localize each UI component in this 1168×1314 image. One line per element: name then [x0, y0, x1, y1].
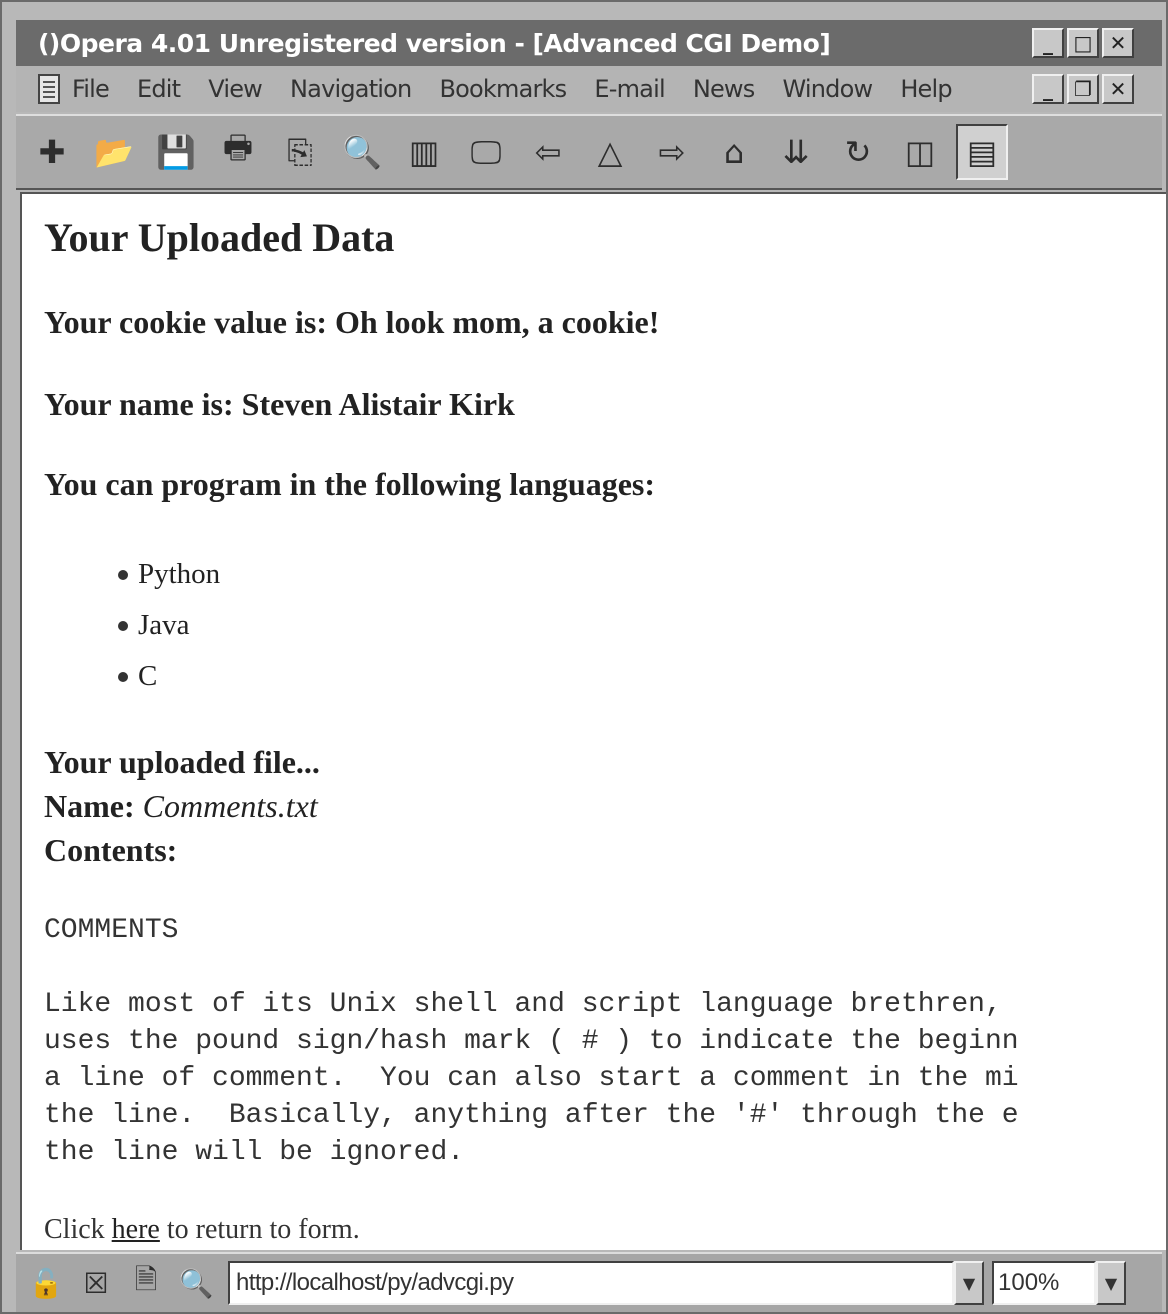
menu-bookmarks[interactable]: Bookmarks	[439, 75, 567, 103]
download-icon[interactable]: ⇊	[770, 124, 822, 180]
menu-file[interactable]: File	[72, 75, 110, 103]
monitor-icon[interactable]: 🖵	[460, 124, 512, 180]
toolbar: ✚ 📂 💾 🖶 ⎘ 🔍 ▥ 🖵 ⇦ △ ⇨ ⌂ ⇊ ↻ ◫ ▤	[16, 114, 1162, 190]
document-window-controls: _ ❐ ✕	[1032, 74, 1134, 104]
menu-bar: File Edit View Navigation Bookmarks E-ma…	[16, 66, 1162, 112]
file-contents: Like most of its Unix shell and script l…	[44, 989, 1019, 1168]
document-view-icon[interactable]: ▤	[956, 124, 1008, 180]
maximize-button[interactable]: □	[1067, 28, 1099, 58]
title-bar: ()Opera 4.01 Unregistered version - [Adv…	[16, 20, 1162, 66]
bullet-icon	[118, 620, 128, 631]
page-heading: Your Uploaded Data	[44, 215, 395, 260]
close-button[interactable]: ✕	[1102, 28, 1134, 58]
hotlist-panel-icon[interactable]: ▥	[398, 124, 450, 180]
refresh-icon[interactable]: ↻	[832, 124, 884, 180]
new-page-icon[interactable]: ✚	[26, 124, 78, 180]
forward-arrow-icon[interactable]: ⇨	[646, 124, 698, 180]
bullet-icon	[118, 671, 128, 682]
file-title: COMMENTS	[44, 915, 179, 946]
contents-label: Contents:	[44, 832, 178, 868]
address-dropdown-icon[interactable]: ▼	[954, 1261, 984, 1305]
status-bar: 🔓 ☒ 🗎 🔍 http://localhost/py/advcgi.py ▼ …	[16, 1252, 1162, 1312]
list-item: Java	[118, 600, 220, 651]
menu-window[interactable]: Window	[782, 75, 873, 103]
menu-edit[interactable]: Edit	[137, 75, 181, 103]
back-arrow-icon[interactable]: ⇦	[522, 124, 574, 180]
uploaded-file-heading: Your uploaded file...	[44, 744, 320, 780]
home-icon[interactable]: ⌂	[708, 124, 760, 180]
browser-window: ()Opera 4.01 Unregistered version - [Adv…	[0, 0, 1168, 1314]
return-link[interactable]: here	[112, 1214, 160, 1245]
cookie-value-line: Your cookie value is: Oh look mom, a coo…	[44, 304, 660, 340]
languages-line: You can program in the following languag…	[44, 466, 656, 502]
close-page-icon[interactable]: ☒	[76, 1263, 116, 1303]
menu-news[interactable]: News	[693, 75, 755, 103]
doc-restore-button[interactable]: ❐	[1067, 74, 1099, 104]
print-icon[interactable]: 🖶	[212, 124, 264, 180]
copy-icon[interactable]: ⎘	[274, 124, 326, 180]
zoom-field[interactable]: 100%	[992, 1261, 1096, 1305]
tile-windows-icon[interactable]: ◫	[894, 124, 946, 180]
file-name: Comments.txt	[142, 788, 318, 824]
menu-navigation[interactable]: Navigation	[290, 75, 412, 103]
reload-triangle-icon[interactable]: △	[584, 124, 636, 180]
doc-close-button[interactable]: ✕	[1102, 74, 1134, 104]
find-icon[interactable]: 🔍	[336, 124, 388, 180]
document-menu-icon[interactable]	[38, 74, 60, 104]
return-line: Click here to return to form.	[44, 1214, 360, 1245]
page-content: Your Uploaded Data Your cookie value is:…	[20, 192, 1166, 1250]
name-line: Your name is: Steven Alistair Kirk	[44, 386, 515, 422]
bullet-icon	[118, 569, 128, 580]
uploaded-file-info: Your uploaded file... Name: Comments.txt…	[44, 744, 320, 876]
zoom-dropdown-icon[interactable]: ▼	[1096, 1261, 1126, 1305]
open-folder-icon[interactable]: 📂	[88, 124, 140, 180]
address-field[interactable]: http://localhost/py/advcgi.py	[228, 1261, 954, 1305]
page-info-icon[interactable]: 🗎	[126, 1263, 166, 1303]
menu-view[interactable]: View	[208, 75, 263, 103]
languages-list: Python Java C	[118, 549, 220, 702]
file-name-row: Name: Comments.txt	[44, 788, 318, 824]
save-disk-icon[interactable]: 💾	[150, 124, 202, 180]
doc-minimize-button[interactable]: _	[1032, 74, 1064, 104]
minimize-button[interactable]: _	[1032, 28, 1064, 58]
menu-email[interactable]: E-mail	[594, 75, 665, 103]
lock-icon[interactable]: 🔓	[26, 1263, 66, 1303]
list-item: Python	[118, 549, 220, 600]
list-item: C	[118, 651, 220, 702]
search-icon[interactable]: 🔍	[176, 1263, 216, 1303]
window-controls: _ □ ✕	[1032, 28, 1134, 58]
window-title: ()Opera 4.01 Unregistered version - [Adv…	[38, 28, 831, 58]
menu-help[interactable]: Help	[900, 75, 952, 103]
